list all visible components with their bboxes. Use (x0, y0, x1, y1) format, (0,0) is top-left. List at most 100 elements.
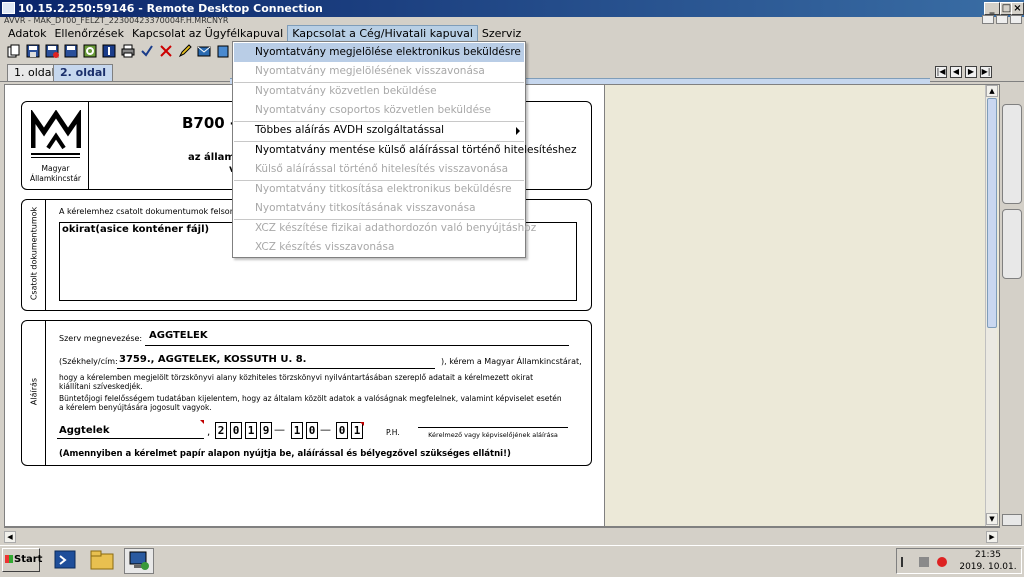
attach-icon[interactable] (215, 43, 231, 59)
window-title: 10.15.2.250:59146 - Remote Desktop Conne… (18, 2, 323, 15)
side-panel-tab-2[interactable] (1002, 209, 1022, 279)
signature-side-label: Aláírás (29, 377, 39, 406)
remote-desktop-taskbar-icon[interactable] (124, 548, 154, 574)
date-dash-1: — (274, 423, 285, 436)
menu-adatok[interactable]: Adatok (4, 25, 50, 42)
menu-szerviz[interactable]: Szerviz (478, 25, 525, 42)
logo-text-2: Államkincstár (29, 174, 82, 183)
year-digit-4[interactable]: 9 (260, 422, 272, 439)
save-all-icon[interactable] (63, 43, 79, 59)
save-as-icon[interactable] (44, 43, 60, 59)
copy-icon[interactable] (6, 43, 22, 59)
delete-icon[interactable] (158, 43, 174, 59)
logo-cell: Magyar Államkincstár (22, 102, 89, 189)
last-page-icon[interactable]: ▶| (980, 66, 992, 78)
inner-maximize-button[interactable] (996, 15, 1008, 24)
signature-box: Aláírás Szerv megnevezése: AGGTELEK (Szé… (21, 320, 592, 466)
attachments-intro: A kérelemhez csatolt dokumentumok felsor… (59, 207, 245, 216)
mail-icon[interactable] (196, 43, 212, 59)
save-icon[interactable] (25, 43, 41, 59)
menu-item-revoke-xcz[interactable]: XCZ készítés visszavonása (234, 238, 524, 257)
windows-logo-icon (5, 555, 13, 563)
check-icon[interactable] (139, 43, 155, 59)
paper-submission-note: (Amennyiben a kérelmet papír alapon nyúj… (59, 449, 511, 459)
menu-ellenorzesek[interactable]: Ellenőrzések (50, 25, 127, 42)
date-required-marker (360, 422, 364, 426)
scroll-down-icon[interactable]: ▼ (986, 513, 998, 525)
system-tray: 21:35 2019. 10.01. (896, 548, 1022, 574)
side-panel-tab-1[interactable] (1002, 104, 1022, 204)
tab-page-2[interactable]: 2. oldal (53, 64, 114, 81)
volume-muted-icon[interactable] (937, 557, 947, 567)
clock-date[interactable]: 2019. 10.01. (955, 562, 1021, 572)
inner-minimize-button[interactable] (982, 15, 994, 24)
menu-item-revoke-marking[interactable]: Nyomtatvány megjelölésének visszavonása (234, 62, 524, 81)
submenu-arrow-icon (516, 127, 520, 135)
print-icon[interactable] (120, 43, 136, 59)
menu-item-create-xcz[interactable]: XCZ készítése fizikai adathordozón való … (234, 219, 536, 238)
seat-label: (Székhely/cím: (59, 357, 118, 366)
scroll-right-icon[interactable]: ▶ (986, 531, 998, 543)
inner-window-controls (958, 15, 1022, 25)
seat-suffix: ), kérem a Magyar Államkincstárat, (441, 357, 582, 366)
request-text-1: hogy a kérelemben megjelölt törzskönyvi … (59, 373, 534, 382)
prev-page-icon[interactable]: ◀ (950, 66, 962, 78)
scroll-up-icon[interactable]: ▲ (986, 85, 998, 97)
next-page-icon[interactable]: ▶ (965, 66, 977, 78)
place-field[interactable]: Aggtelek (59, 425, 109, 436)
close-button[interactable]: × (1011, 2, 1024, 15)
vertical-scrollbar[interactable]: ▲ ▼ (985, 85, 998, 526)
liability-text-1: Büntetőjogi felelősségem tudatában kijel… (59, 394, 562, 403)
year-digit-1[interactable]: 2 (215, 422, 227, 439)
logo-rule-1 (31, 153, 80, 155)
form-code: B700 - (182, 114, 237, 132)
logo-text-1: Magyar (41, 164, 70, 173)
org-name-underline (145, 345, 569, 346)
place-underline (57, 438, 204, 439)
menu-bar: Adatok Ellenőrzések Kapcsolat az Ügyfélk… (0, 25, 1024, 42)
flag-icon[interactable] (901, 557, 911, 567)
file-explorer-icon[interactable] (88, 548, 118, 574)
edit-icon[interactable] (177, 43, 193, 59)
clock-time[interactable]: 21:35 (955, 550, 1021, 560)
inner-close-button[interactable] (1010, 15, 1022, 24)
menu-item-multi-signature-avdh[interactable]: Többes aláírás AVDH szolgáltatással (234, 121, 524, 140)
month-digit-2[interactable]: 0 (306, 422, 318, 439)
request-text-2: kiállítani szíveskedjék. (59, 382, 143, 391)
day-digit-1[interactable]: 0 (336, 422, 348, 439)
menu-ceg-hivatali-kapu[interactable]: Kapcsolat a Cég/Hivatali kapuval (287, 25, 478, 42)
menu-item-encrypt-for-submission[interactable]: Nyomtatvány titkosítása elektronikus bek… (234, 180, 524, 199)
start-label: Start (14, 554, 43, 565)
signer-label: Kérelmező vagy képviselőjének aláírása (428, 431, 558, 439)
attachments-side-cell: Csatolt dokumentumok (22, 200, 46, 310)
scroll-left-icon[interactable]: ◀ (4, 531, 16, 543)
side-panel-button[interactable] (1002, 514, 1022, 526)
remote-desktop-icon (2, 2, 15, 14)
first-page-icon[interactable]: |◀ (935, 66, 947, 78)
menu-item-direct-submission[interactable]: Nyomtatvány közvetlen beküldése (234, 82, 524, 101)
menu-item-revoke-external-signature[interactable]: Külső aláírással történő hitelesítés vis… (234, 160, 524, 179)
menu-item-revoke-encryption[interactable]: Nyomtatvány titkosításának visszavonása (234, 199, 524, 218)
signature-side-cell: Aláírás (22, 321, 46, 465)
info-icon[interactable] (101, 43, 117, 59)
menu-item-save-for-external-signature[interactable]: Nyomtatvány mentése külső aláírással tör… (234, 141, 577, 160)
logo-rule-2 (31, 157, 80, 158)
refresh-icon[interactable] (82, 43, 98, 59)
start-button[interactable]: Start (2, 548, 43, 572)
place-required-marker (200, 420, 204, 424)
scrollbar-thumb[interactable] (987, 98, 997, 328)
year-digit-3[interactable]: 1 (245, 422, 257, 439)
inner-title-text: AVVR - MAK_DT00_FELZT_22300423370004F.H.… (4, 17, 229, 25)
month-digit-1[interactable]: 1 (291, 422, 303, 439)
right-side-panel (1000, 84, 1024, 527)
place-comma: , (207, 427, 211, 438)
minimize-button[interactable]: _ (984, 2, 1000, 15)
menu-item-mark-for-electronic-submission[interactable]: Nyomtatvány megjelölése elektronikus bek… (234, 43, 524, 62)
menu-item-group-direct-submission[interactable]: Nyomtatvány csoportos közvetlen beküldés… (234, 101, 524, 120)
menu-ugyfelkapu[interactable]: Kapcsolat az Ügyfélkapuval (128, 25, 287, 42)
seat-field[interactable]: 3759., AGGTELEK, KOSSUTH U. 8. (119, 354, 306, 365)
powershell-icon[interactable] (52, 548, 82, 574)
network-icon[interactable] (919, 557, 929, 567)
org-name-field[interactable]: AGGTELEK (149, 330, 208, 341)
year-digit-2[interactable]: 0 (230, 422, 242, 439)
